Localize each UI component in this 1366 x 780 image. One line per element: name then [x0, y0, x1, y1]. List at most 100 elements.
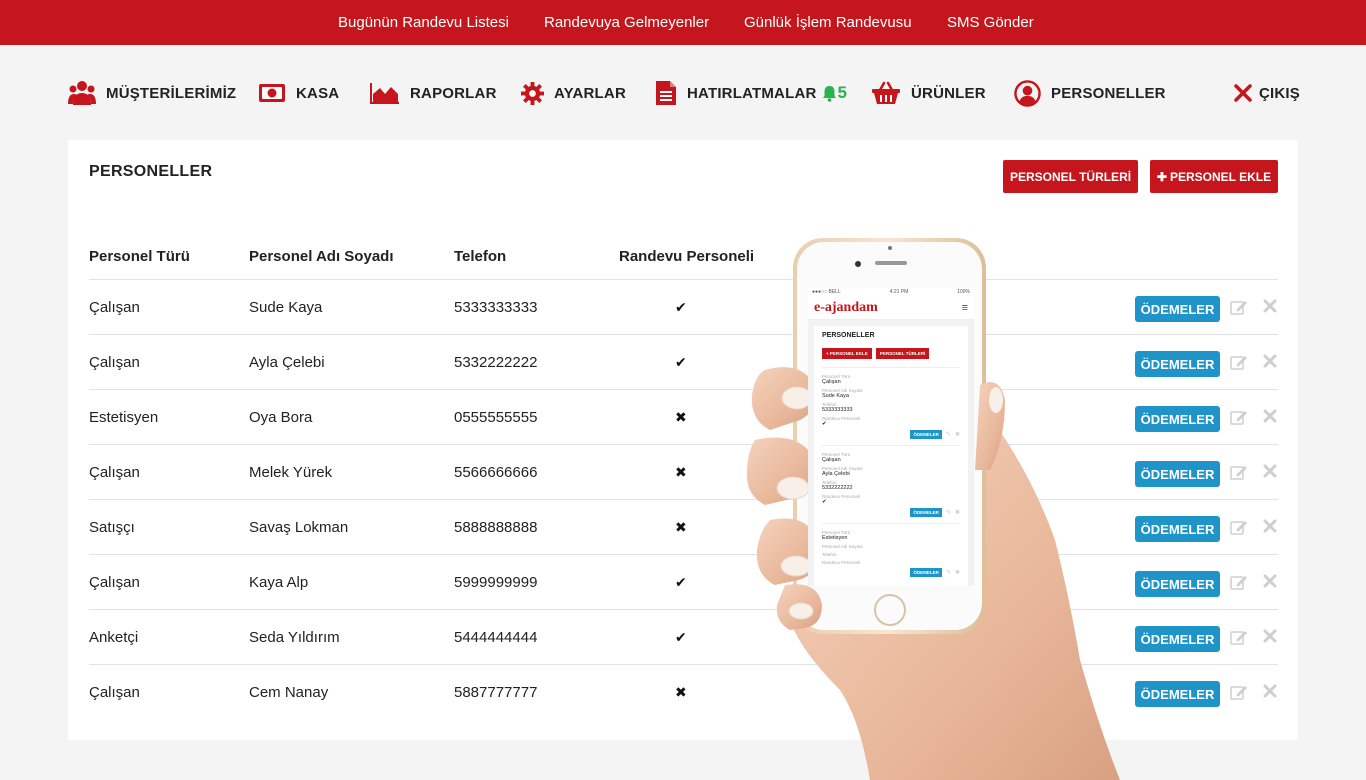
bell-icon — [822, 85, 837, 102]
phone-battery: 100% — [957, 289, 970, 295]
users-icon — [68, 80, 96, 106]
appointment-status-icon: ✖ — [675, 519, 687, 535]
staff-panel: PERSONELLER PERSONEL TÜRLERİ ✚ PERSONEL … — [68, 140, 1298, 740]
payments-button[interactable]: ÖDEMELER — [1135, 351, 1220, 377]
col-header-name: Personel Adı Soyadı — [249, 248, 394, 265]
payments-button[interactable]: ÖDEMELER — [1135, 626, 1220, 652]
phone-menu-icon: ≡ — [961, 301, 968, 314]
appointment-status-icon: ✖ — [675, 409, 687, 425]
edit-icon[interactable] — [1230, 683, 1248, 701]
edit-icon[interactable] — [1230, 518, 1248, 536]
edit-icon[interactable] — [1230, 353, 1248, 371]
delete-icon[interactable] — [1263, 574, 1277, 588]
payments-button[interactable]: ÖDEMELER — [1135, 406, 1220, 432]
payments-button[interactable]: ÖDEMELER — [1135, 571, 1220, 597]
nav-cash[interactable]: KASA — [258, 77, 339, 109]
phone-record: Personel Türü Çalışan Personel Adı Soyadı A… — [822, 445, 960, 523]
nav-settings[interactable]: AYARLAR — [521, 77, 626, 109]
cell-type: Satışçı — [89, 519, 135, 536]
reminder-count-badge: 5 — [837, 83, 847, 102]
phone-value-appointment: ✔ — [822, 499, 827, 505]
cell-name: Oya Bora — [249, 409, 313, 426]
col-header-type: Personel Türü — [89, 248, 190, 265]
cell-type: Çalışan — [89, 354, 140, 371]
edit-icon[interactable] — [1230, 298, 1248, 316]
phone-label-phone: Telefon — [822, 552, 837, 557]
edit-icon[interactable] — [1230, 408, 1248, 426]
nav-daily-appointments[interactable]: Günlük İşlem Randevusu — [744, 14, 912, 31]
nav-today-appointments[interactable]: Bugünün Randevu Listesi — [338, 14, 509, 31]
gear-icon — [521, 81, 544, 105]
nav-reminders[interactable]: HATIRLATMALAR 5 — [655, 77, 847, 109]
cell-name: Kaya Alp — [249, 574, 309, 591]
appointment-status-icon: ✖ — [675, 684, 687, 700]
add-staff-button[interactable]: ✚ PERSONEL EKLE — [1150, 160, 1278, 193]
nav-no-shows[interactable]: Randevuya Gelmeyenler — [544, 14, 709, 31]
table-row: Çalışan Melek Yürek 5566666666 ✖ ÖDEMELER — [89, 444, 1278, 499]
staff-types-button[interactable]: PERSONEL TÜRLERİ — [1003, 160, 1138, 193]
phone-title: PERSONELLER — [822, 332, 875, 339]
nav-reports-label: RAPORLAR — [410, 84, 497, 102]
payments-button[interactable]: ÖDEMELER — [1135, 681, 1220, 707]
phone-record: Personel Türü Çalışan Personel Adı Soyadı S… — [822, 367, 960, 445]
delete-icon[interactable] — [1263, 464, 1277, 478]
payments-button[interactable]: ÖDEMELER — [1135, 516, 1220, 542]
document-icon — [655, 80, 677, 106]
phone-payments-button: ÖDEMELER — [910, 508, 942, 517]
nav-staff[interactable]: PERSONELLER — [1014, 77, 1166, 109]
nav-customers[interactable]: MÜŞTERİLERİMİZ — [68, 77, 236, 109]
phone-value-type: Çalışan — [822, 379, 841, 385]
edit-icon[interactable] — [1230, 628, 1248, 646]
phone-body: PERSONELLER + PERSONEL EKLE PERSONEL TÜR… — [808, 320, 974, 586]
phone-record-actions: ÖDEMELER ✎ ✖ — [822, 568, 960, 577]
delete-icon[interactable] — [1263, 519, 1277, 533]
phone-payments-button: ÖDEMELER — [910, 430, 942, 439]
nav-send-sms[interactable]: SMS Gönder — [947, 14, 1034, 31]
nav-logout-label: ÇIKIŞ — [1259, 84, 1301, 102]
cell-phone: 0555555555 — [454, 409, 538, 426]
cell-phone: 5888888888 — [454, 519, 538, 536]
phone-value-phone: 5333333333 — [822, 407, 853, 413]
table-row: Estetisyen Oya Bora 0555555555 ✖ ÖDEMELER — [89, 389, 1278, 444]
phone-status-bar: ●●●○○ BELL 4:21 PM 100% — [808, 288, 974, 296]
cell-name: Sude Kaya — [249, 299, 323, 316]
phone-card: PERSONELLER + PERSONEL EKLE PERSONEL TÜR… — [814, 326, 968, 586]
nav-products-label: ÜRÜNLER — [911, 84, 986, 102]
delete-icon[interactable] — [1263, 299, 1277, 313]
phone-screen: ●●●○○ BELL 4:21 PM 100% e-ajandam ≡ PERS… — [808, 288, 974, 586]
payments-button[interactable]: ÖDEMELER — [1135, 461, 1220, 487]
phone-value-phone: 5332222222 — [822, 485, 853, 491]
phone-edit-icon: ✎ — [945, 510, 951, 516]
phone-records: Personel Türü Çalışan Personel Adı Soyadı S… — [822, 367, 960, 583]
phone-label-appointment: Randevu Personeli — [822, 560, 861, 565]
top-bar: Bugünün Randevu Listesi Randevuya Gelmey… — [0, 0, 1366, 45]
cell-phone: 5887777777 — [454, 684, 538, 701]
phone-add-button: + PERSONEL EKLE — [822, 348, 872, 359]
nav-reports[interactable]: RAPORLAR — [370, 77, 497, 109]
cell-phone: 5332222222 — [454, 354, 538, 371]
edit-icon[interactable] — [1230, 463, 1248, 481]
edit-icon[interactable] — [1230, 573, 1248, 591]
cell-type: Çalışan — [89, 464, 140, 481]
appointment-status-icon: ✔ — [675, 574, 687, 590]
nav-products[interactable]: ÜRÜNLER — [871, 77, 986, 109]
phone-carrier: ●●●○○ BELL — [812, 289, 841, 295]
col-header-phone: Telefon — [454, 248, 507, 265]
cell-name: Seda Yıldırım — [249, 629, 340, 646]
delete-icon[interactable] — [1263, 354, 1277, 368]
nav-cash-label: KASA — [296, 84, 340, 102]
appointment-status-icon: ✔ — [675, 629, 687, 645]
nav-logout[interactable]: ÇIKIŞ — [1234, 77, 1300, 109]
phone-value-name: Ayla Çelebi — [822, 471, 850, 477]
phone-value-type: Çalışan — [822, 457, 841, 463]
payments-button[interactable]: ÖDEMELER — [1135, 296, 1220, 322]
user-circle-icon — [1014, 79, 1041, 107]
table-row: Çalışan Sude Kaya 5333333333 ✔ ÖDEMELER — [89, 279, 1278, 334]
close-icon — [1234, 84, 1252, 102]
delete-icon[interactable] — [1263, 684, 1277, 698]
add-staff-label: PERSONEL EKLE — [1169, 169, 1272, 184]
cell-type: Çalışan — [89, 574, 140, 591]
phone-record-actions: ÖDEMELER ✎ ✖ — [822, 508, 960, 517]
delete-icon[interactable] — [1263, 629, 1277, 643]
delete-icon[interactable] — [1263, 409, 1277, 423]
